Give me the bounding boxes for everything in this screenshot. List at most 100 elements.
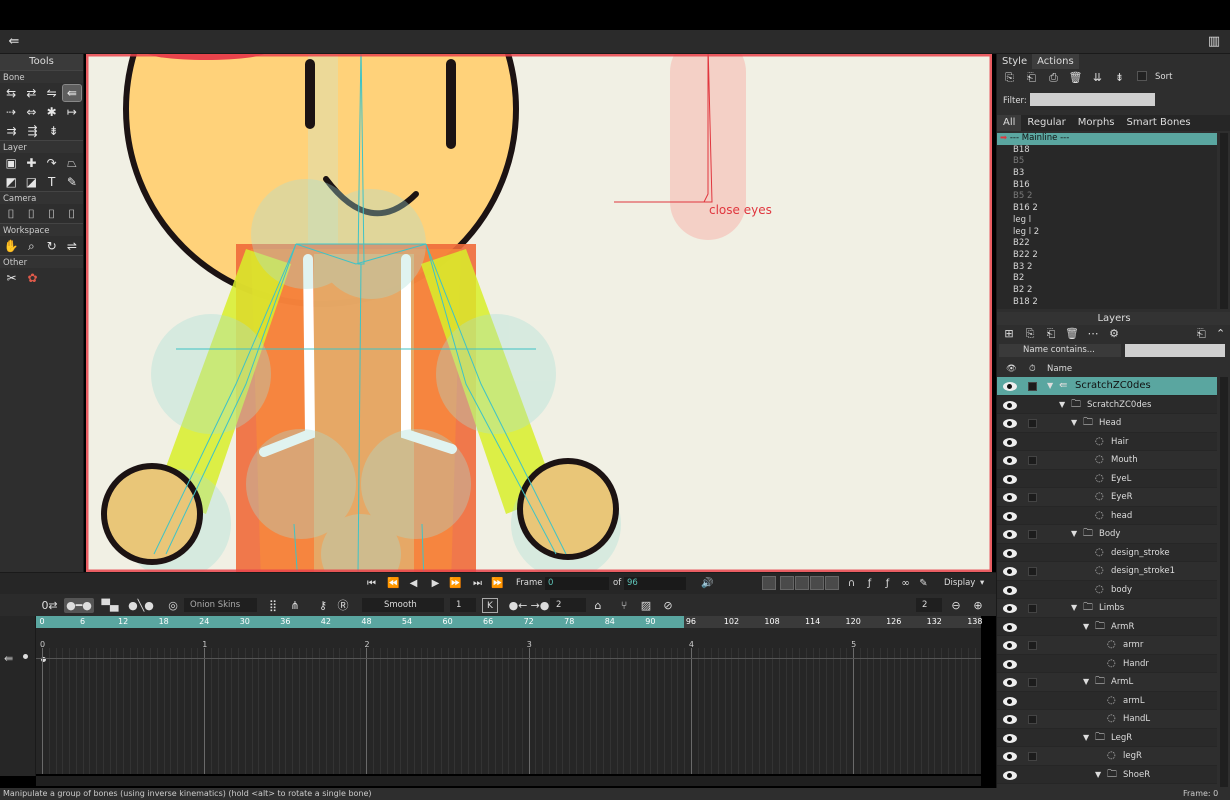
sort-checkbox[interactable] (1133, 71, 1150, 84)
layer-toggle-checkbox[interactable] (1028, 752, 1037, 761)
keyframe-button[interactable]: K (482, 598, 498, 613)
action-item[interactable]: B2 2 (997, 285, 1217, 297)
layer-toggle-checkbox[interactable] (1028, 456, 1037, 465)
insert-action-icon[interactable]: ⇊ (1089, 71, 1106, 84)
visibility-eye-icon[interactable] (1003, 419, 1017, 428)
expand-chevron-icon[interactable]: ▼ (1083, 673, 1089, 692)
keys-filter-icon[interactable]: ⋔ (288, 598, 302, 613)
step-back-icon[interactable]: ◀ (406, 577, 421, 591)
fx-preview-icon[interactable]: ƒ (880, 577, 895, 591)
brush-icon[interactable]: ✎ (916, 577, 931, 591)
key-left-icon[interactable]: ●← (508, 598, 528, 613)
bind-points-icon[interactable]: ⇉ (2, 123, 21, 139)
action-item[interactable]: B5 (997, 156, 1217, 168)
eyedropper-icon[interactable]: ✎ (63, 174, 81, 190)
tab-actions[interactable]: Actions (1032, 54, 1079, 69)
collapse-panel-icon[interactable]: ⌃ (1216, 327, 1225, 340)
play-icon[interactable]: ▶ (428, 577, 443, 591)
rewind-icon[interactable]: ⏮ (364, 577, 379, 591)
display-dropdown[interactable]: Display (944, 577, 975, 590)
visibility-eye-icon[interactable] (1003, 530, 1017, 539)
timeline-area[interactable]: 0 1 2 3 4 5 (36, 628, 981, 774)
expand-chevron-icon[interactable]: ▼ (1071, 599, 1077, 618)
tab-regular[interactable]: Regular (1021, 115, 1071, 131)
layer-row[interactable]: ◌ Mouth (997, 451, 1217, 470)
action-item[interactable]: B18 2 (997, 297, 1217, 309)
layer-row[interactable]: ▼ 🗀 LegR (997, 728, 1217, 747)
layer-row[interactable]: ◌ design_stroke (997, 543, 1217, 562)
layer-row[interactable]: ◌ EyeL (997, 469, 1217, 488)
layer-row[interactable]: ▼ 🗀 Head (997, 414, 1217, 433)
visibility-eye-icon[interactable] (1003, 493, 1017, 502)
onion-skins-dropdown[interactable]: Onion Skins (184, 598, 257, 612)
interpolation-dropdown[interactable]: Smooth (362, 598, 444, 612)
layer-toggle-checkbox[interactable] (1028, 530, 1037, 539)
actions-scrollbar[interactable] (1220, 133, 1228, 309)
action-item[interactable]: B2 (997, 273, 1217, 285)
transform-layer-icon[interactable]: ✚ (22, 155, 40, 171)
tab-style[interactable]: Style (997, 54, 1032, 69)
key-right-icon[interactable]: →● (530, 598, 550, 613)
bone-strength-icon[interactable]: ✱ (43, 104, 61, 120)
split-horizontal-icon[interactable] (810, 576, 824, 590)
layer-toggle-checkbox[interactable] (1028, 604, 1037, 613)
zoom-icon[interactable]: ⌕ (22, 238, 40, 254)
layer-row[interactable]: ◌ EyeR (997, 488, 1217, 507)
total-frames-field[interactable]: 96 (624, 577, 686, 590)
step-forward-icon[interactable]: ⏩ (448, 577, 463, 591)
timeline-scrollbar[interactable] (36, 776, 981, 786)
mainline-item[interactable]: ➡ --- Mainline --- (997, 133, 1217, 145)
manipulate-bones-icon[interactable]: ⇚ (61, 84, 83, 102)
select-bone-icon[interactable]: ⇆ (2, 85, 20, 101)
book-icon[interactable]: ▥ (1206, 35, 1222, 49)
new-morph-icon[interactable]: ⎗ (1023, 71, 1040, 84)
curve-icon[interactable]: ∩ (844, 577, 859, 591)
visibility-eye-icon[interactable] (1003, 382, 1017, 391)
name-filter-input[interactable] (1125, 344, 1225, 357)
fx-icon[interactable]: ƒ (862, 577, 877, 591)
delete-layer-icon[interactable]: 🗑 (1064, 327, 1080, 340)
motion-graph-icon[interactable]: ●╲● (128, 598, 154, 613)
layer-row[interactable]: ◌ armL (997, 691, 1217, 710)
layer-toggle-checkbox[interactable] (1028, 493, 1037, 502)
volume-icon[interactable]: 🔊 (700, 577, 715, 591)
visibility-eye-icon[interactable] (1003, 678, 1017, 687)
visibility-eye-icon[interactable] (1003, 585, 1017, 595)
frame-field[interactable]: 0 (545, 577, 609, 590)
relative-keys-icon[interactable]: Ⓡ (336, 598, 350, 613)
layer-row[interactable]: ◌ head (997, 506, 1217, 525)
visibility-eye-icon[interactable] (1003, 437, 1017, 447)
hand-pan-icon[interactable]: ✋ (2, 238, 20, 254)
layer-row[interactable]: ◌ body (997, 580, 1217, 599)
stereo-icon[interactable]: ∞ (898, 577, 913, 591)
single-view-icon[interactable] (780, 576, 794, 590)
layer-row[interactable]: ◌ design_stroke1 (997, 562, 1217, 581)
pan-tilt-camera-icon[interactable]: ⌷ (63, 206, 81, 222)
name-filter-dropdown[interactable]: Name contains... (999, 344, 1121, 357)
layer-row[interactable]: ▼ 🗀 ShoeR (997, 765, 1217, 784)
action-item[interactable]: B5 2 (997, 191, 1217, 203)
orbit-workspace-icon[interactable]: ⇌ (63, 238, 81, 254)
visibility-eye-icon[interactable] (1003, 715, 1017, 724)
new-action-icon[interactable]: ⎘ (1001, 71, 1018, 84)
layer-toggle-checkbox[interactable] (1028, 715, 1037, 724)
grid-dots-icon[interactable]: ⣿ (266, 598, 280, 613)
layer-settings-icon[interactable]: ⚙ (1106, 327, 1122, 340)
layer-toggle-checkbox[interactable] (1028, 641, 1037, 650)
interpolation-count[interactable]: 1 (450, 598, 476, 612)
tab-morphs[interactable]: Morphs (1072, 115, 1121, 131)
more-options-icon[interactable]: ⋯ (1085, 327, 1101, 340)
character-drawing[interactable]: close eyes (86, 54, 992, 572)
expand-chevron-icon[interactable]: ▼ (1071, 414, 1077, 433)
layer-row[interactable]: ▼ 🗀 ScratchZC0des (997, 395, 1217, 414)
action-item[interactable]: B18 (997, 145, 1217, 157)
visibility-eye-icon[interactable] (1003, 770, 1017, 780)
bone-label-close-eyes[interactable]: close eyes (709, 203, 772, 217)
visibility-eye-icon[interactable] (1003, 400, 1017, 410)
action-item[interactable]: B22 2 (997, 250, 1217, 262)
delete-action-icon[interactable]: 🗑 (1067, 71, 1084, 84)
visibility-eye-icon[interactable] (1003, 733, 1017, 743)
visibility-eye-icon[interactable] (1003, 659, 1017, 669)
action-item[interactable]: leg l (997, 215, 1217, 227)
expand-chevron-icon[interactable]: ▼ (1047, 377, 1053, 396)
